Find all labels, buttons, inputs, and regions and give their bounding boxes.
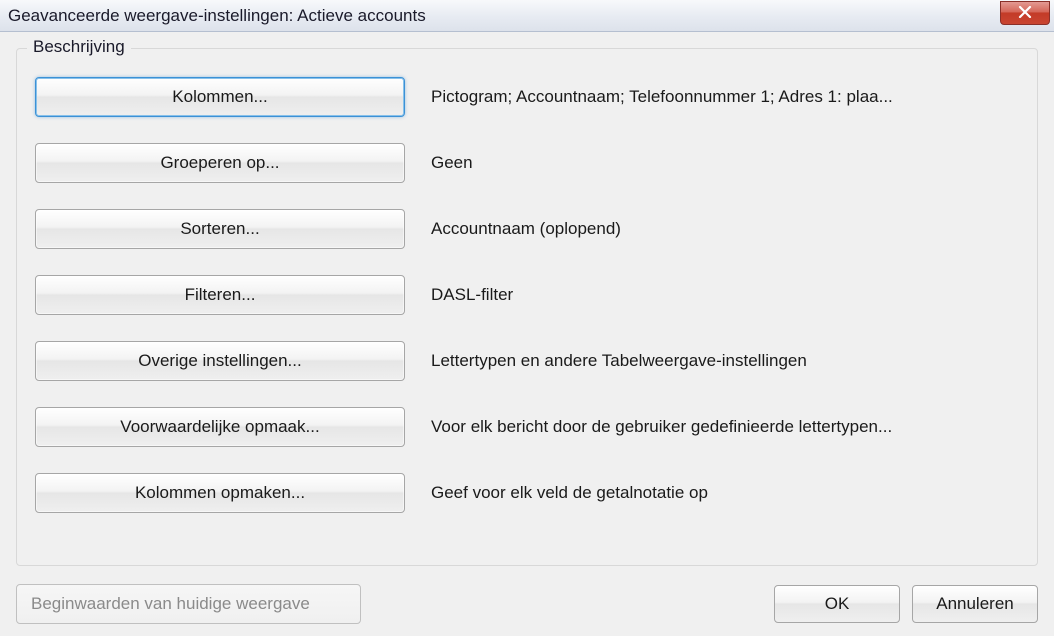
row-format-columns: Kolommen opmaken... Geef voor elk veld d… xyxy=(35,473,1019,513)
close-button[interactable] xyxy=(1000,1,1050,25)
filter-button[interactable]: Filteren... xyxy=(35,275,405,315)
row-conditional-formatting: Voorwaardelijke opmaak... Voor elk beric… xyxy=(35,407,1019,447)
dialog-footer: Beginwaarden van huidige weergave OK Ann… xyxy=(16,584,1038,624)
format-columns-description: Geef voor elk veld de getalnotatie op xyxy=(431,483,1019,503)
row-group-by: Groeperen op... Geen xyxy=(35,143,1019,183)
sort-description: Accountnaam (oplopend) xyxy=(431,219,1019,239)
description-groupbox: Beschrijving Kolommen... Pictogram; Acco… xyxy=(16,48,1038,566)
groupbox-title: Beschrijving xyxy=(27,37,131,57)
dialog-content: Beschrijving Kolommen... Pictogram; Acco… xyxy=(0,32,1054,636)
conditional-formatting-button[interactable]: Voorwaardelijke opmaak... xyxy=(35,407,405,447)
row-other-settings: Overige instellingen... Lettertypen en a… xyxy=(35,341,1019,381)
footer-right-buttons: OK Annuleren xyxy=(774,585,1038,623)
format-columns-button[interactable]: Kolommen opmaken... xyxy=(35,473,405,513)
other-settings-button[interactable]: Overige instellingen... xyxy=(35,341,405,381)
ok-button[interactable]: OK xyxy=(774,585,900,623)
columns-button[interactable]: Kolommen... xyxy=(35,77,405,117)
reset-button: Beginwaarden van huidige weergave xyxy=(16,584,361,624)
cancel-button[interactable]: Annuleren xyxy=(912,585,1038,623)
window-title: Geavanceerde weergave-instellingen: Acti… xyxy=(8,6,426,26)
conditional-formatting-description: Voor elk bericht door de gebruiker gedef… xyxy=(431,417,1019,437)
group-by-description: Geen xyxy=(431,153,1019,173)
row-columns: Kolommen... Pictogram; Accountnaam; Tele… xyxy=(35,77,1019,117)
row-sort: Sorteren... Accountnaam (oplopend) xyxy=(35,209,1019,249)
group-by-button[interactable]: Groeperen op... xyxy=(35,143,405,183)
columns-description: Pictogram; Accountnaam; Telefoonnummer 1… xyxy=(431,87,1019,107)
filter-description: DASL-filter xyxy=(431,285,1019,305)
row-filter: Filteren... DASL-filter xyxy=(35,275,1019,315)
titlebar: Geavanceerde weergave-instellingen: Acti… xyxy=(0,0,1054,32)
sort-button[interactable]: Sorteren... xyxy=(35,209,405,249)
other-settings-description: Lettertypen en andere Tabelweergave-inst… xyxy=(431,351,1019,371)
close-icon xyxy=(1018,5,1032,21)
